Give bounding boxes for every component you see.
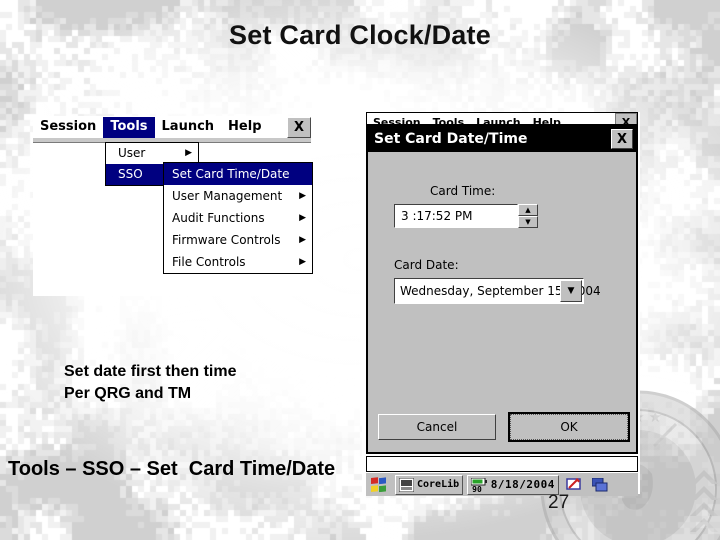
menu-item-help[interactable]: Help [221,117,268,138]
sso-menu-item-file-controls[interactable]: File Controls ▶ [164,251,312,273]
dialog-titlebar: Set Card Date/Time X [368,126,636,152]
chevron-right-icon: ▶ [185,148,192,158]
sso-menu-item-file-controls-label: File Controls [172,255,246,269]
left-screenshot-menu-capture: Session Tools Launch Help X User ▶ SSO S… [33,116,313,296]
note-menu-path: Tools – SSO – Set Card Time/Date [8,458,336,480]
spinner-up-icon[interactable]: ▲ [518,204,538,216]
ok-button-label: OK [510,414,628,440]
card-date-label: Card Date: [394,258,459,272]
corelib-app-icon [399,477,414,492]
sso-menu-item-firmware-controls[interactable]: Firmware Controls ▶ [164,229,312,251]
taskbar-date: 8/18/2004 [490,478,555,491]
menu-item-session[interactable]: Session [33,117,103,138]
note-set-date-first: Set date first then time Per QRG and TM [64,363,237,402]
taskbar-clock-area[interactable]: 90 8/18/2004 [467,474,559,495]
menu-item-launch[interactable]: Launch [155,117,222,138]
sso-menu-item-firmware-controls-label: Firmware Controls [172,233,281,247]
card-time-input[interactable]: 3 :17:52 PM [394,204,518,228]
sso-menu-item-audit-functions[interactable]: Audit Functions ▶ [164,207,312,229]
desktop-strip [366,456,638,472]
windows-ce-taskbar[interactable]: CoreLib 90 8/18/2004 [366,472,638,496]
menu-item-tools[interactable]: Tools [103,116,155,138]
card-time-spinner[interactable]: ▲ ▼ [518,204,538,228]
dialog-title-label: Set Card Date/Time [374,131,528,147]
slide-canvas: ★ ★ ★ Set Card Clock/Date Session [0,0,720,540]
battery-level-label: 90 [472,484,482,494]
sso-menu-item-user-management-label: User Management [172,189,283,203]
page-title: Set Card Clock/Date [229,20,491,50]
chevron-right-icon: ▶ [299,190,306,201]
sso-menu-item-set-card-time-date[interactable]: Set Card Time/Date [164,163,312,185]
chevron-down-icon[interactable]: ▼ [560,280,582,302]
tools-menu-item-user-label: User [118,146,146,160]
start-button[interactable] [368,475,391,495]
set-card-date-time-dialog: Set Card Date/Time X Card Time: 3 :17:52… [366,124,638,454]
cancel-button[interactable]: Cancel [378,414,496,440]
tools-menu-item-sso-label: SSO [118,167,143,181]
tray-window-stack-icon[interactable] [589,475,611,495]
chevron-right-icon: ▶ [299,234,306,245]
taskbar-app-corelib[interactable]: CoreLib [395,474,464,495]
sso-menu-item-audit-functions-label: Audit Functions [172,211,265,225]
chevron-right-icon: ▶ [299,256,306,267]
card-date-combobox[interactable]: Wednesday, September 15, 2004 [394,278,601,304]
application-menubar[interactable]: Session Tools Launch Help X [33,116,311,138]
close-icon[interactable]: X [287,116,311,138]
tools-menu-item-user[interactable]: User ▶ [106,143,198,164]
chevron-right-icon: ▶ [299,212,306,223]
sso-submenu[interactable]: Set Card Time/Date User Management ▶ Aud… [163,162,313,274]
sso-menu-item-set-card-time-date-label: Set Card Time/Date [172,167,290,181]
taskbar-app-label: CoreLib [417,479,460,490]
sso-menu-item-user-management[interactable]: User Management ▶ [164,185,312,207]
page-number: 27 [548,492,570,513]
ok-button[interactable]: OK [508,412,630,442]
windows-flag-icon [371,476,386,492]
spinner-down-icon[interactable]: ▼ [518,216,538,228]
card-time-label: Card Time: [430,184,496,198]
close-icon[interactable]: X [611,129,633,149]
right-screenshot-dialog-capture: Session Tools Launch Help X Set Card Dat… [362,112,640,496]
